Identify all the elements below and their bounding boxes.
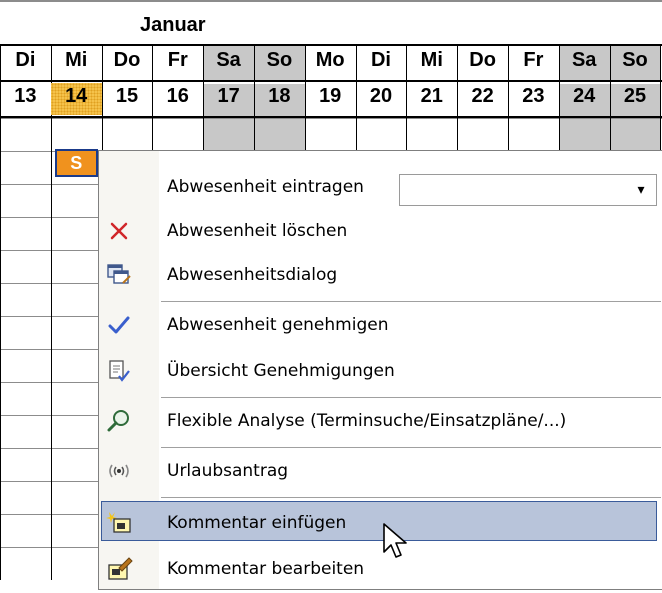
- date-cell[interactable]: 14: [50, 83, 102, 115]
- menu-item-kommentar-bearbeiten[interactable]: Kommentar bearbeiten: [99, 547, 662, 593]
- menu-item-label: Abwesenheit eintragen: [167, 177, 364, 197]
- menu-item-label: Kommentar einfügen: [167, 513, 347, 533]
- chevron-down-icon[interactable]: ▾: [630, 179, 652, 201]
- broadcast-icon: [105, 457, 133, 485]
- weekday-cell: Sa: [216, 49, 241, 71]
- weekday-cell: Do: [113, 49, 141, 71]
- dialog-window-icon: [105, 261, 133, 289]
- menu-item-label: Kommentar bearbeiten: [167, 559, 365, 579]
- absence-entry[interactable]: S: [54, 149, 98, 177]
- magnifier-icon: [105, 407, 133, 435]
- menu-item-label: Urlaubsantrag: [167, 461, 289, 481]
- weekday-cell: Fr: [167, 49, 188, 71]
- red-x-icon: [105, 217, 133, 245]
- weekday-cell: Di: [370, 49, 391, 71]
- weekday-cell: Do: [469, 49, 496, 71]
- date-cell[interactable]: 13: [0, 83, 51, 115]
- month-label: Januar: [140, 14, 206, 36]
- menu-item-flexible-analyse[interactable]: Flexible Analyse (Terminsuche/Einsatzplä…: [99, 399, 662, 445]
- date-cell[interactable]: 17: [203, 83, 254, 115]
- grid-column-line: [0, 44, 1, 580]
- menu-item-label: Abwesenheit löschen: [167, 221, 348, 241]
- menu-item-label: Abwesenheit genehmigen: [167, 315, 389, 335]
- date-cell[interactable]: 21: [406, 83, 457, 115]
- weekday-cell: So: [622, 49, 648, 71]
- menu-separator: [161, 447, 661, 448]
- mouse-pointer-icon: [382, 522, 412, 566]
- weekday-cell: Mi: [420, 49, 443, 71]
- context-menu: Abwesenheit eintragen ▾ Abwesenheit lösc…: [98, 150, 662, 590]
- calendar-top-border: [0, 0, 662, 2]
- date-cell[interactable]: 19: [305, 83, 356, 115]
- weekday-cell: Fr: [523, 49, 544, 71]
- menu-item-label: Flexible Analyse (Terminsuche/Einsatzplä…: [167, 411, 567, 431]
- grid-line: [0, 44, 662, 46]
- weekday-cell: So: [266, 49, 293, 71]
- date-cell[interactable]: 20: [356, 83, 407, 115]
- menu-item-abwesenheit-genehmigen[interactable]: Abwesenheit genehmigen: [99, 303, 662, 349]
- weekday-cell: Di: [15, 49, 36, 71]
- date-cell[interactable]: 16: [152, 83, 203, 115]
- menu-item-label: Übersicht Genehmigungen: [167, 361, 395, 381]
- menu-item-abwesenheit-eintragen[interactable]: Abwesenheit eintragen ▾: [99, 165, 662, 211]
- date-cell[interactable]: 23: [508, 83, 559, 115]
- grid-row-line: [0, 118, 662, 119]
- menu-item-kommentar-einfuegen[interactable]: Kommentar einfügen: [99, 501, 662, 547]
- grid-line: [0, 80, 662, 82]
- menu-item-uebersicht-genehmigungen[interactable]: Übersicht Genehmigungen: [99, 349, 662, 395]
- insert-comment-icon: [105, 509, 133, 537]
- menu-separator: [161, 301, 661, 302]
- date-cell[interactable]: 22: [457, 83, 508, 115]
- date-cell[interactable]: 24: [559, 83, 610, 115]
- weekday-cell: Mi: [65, 49, 88, 71]
- absence-type-select[interactable]: ▾: [399, 174, 657, 206]
- date-cell[interactable]: 25: [610, 83, 661, 115]
- menu-separator: [161, 397, 661, 398]
- grid-column-line: [51, 44, 52, 580]
- menu-item-abwesenheitsdialog[interactable]: Abwesenheitsdialog: [99, 253, 662, 299]
- menu-separator: [161, 497, 661, 498]
- menu-item-urlaubsantrag[interactable]: Urlaubsantrag: [99, 449, 662, 495]
- date-cell[interactable]: 18: [254, 83, 305, 115]
- date-cell[interactable]: 15: [102, 83, 153, 115]
- document-check-icon: [105, 357, 133, 385]
- menu-item-label: Abwesenheitsdialog: [167, 265, 338, 285]
- checkmark-icon: [105, 311, 133, 339]
- weekday-cell: Sa: [571, 49, 597, 71]
- menu-item-abwesenheit-loeschen[interactable]: Abwesenheit löschen: [99, 209, 662, 255]
- edit-comment-icon: [105, 555, 133, 583]
- weekday-cell: Mo: [315, 49, 345, 71]
